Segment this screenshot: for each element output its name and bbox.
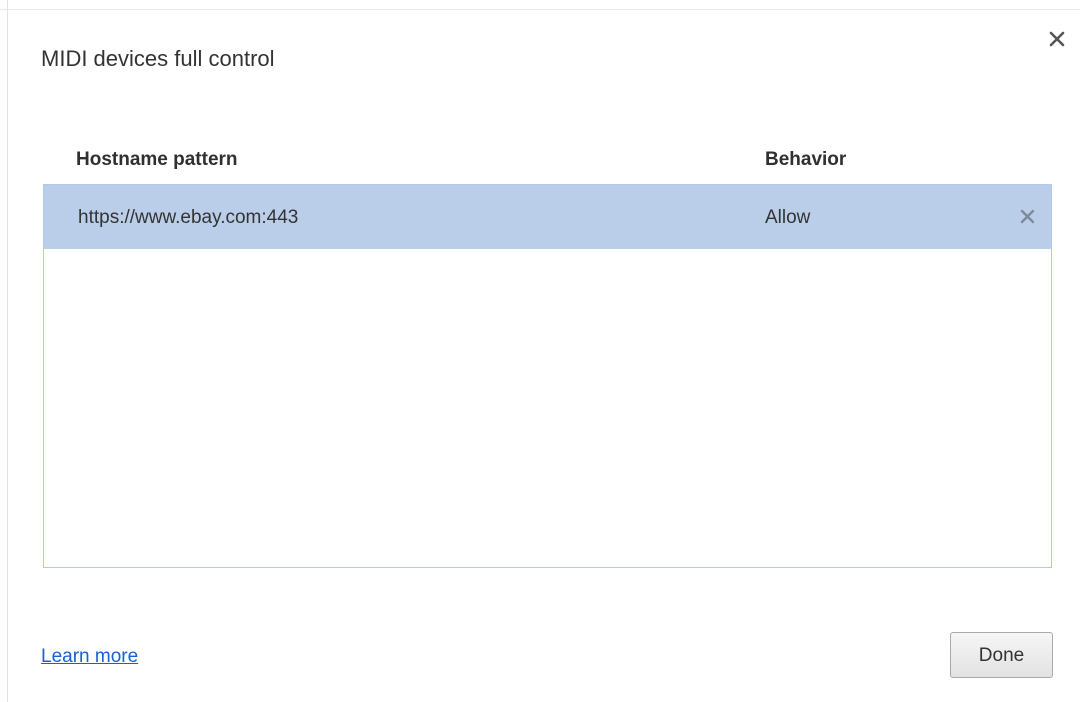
row-behavior[interactable]: Allow (765, 206, 810, 230)
window-top-edge (0, 0, 1080, 10)
dialog-title: MIDI devices full control (41, 46, 275, 71)
list-item[interactable]: https://www.ebay.com:443 Allow (44, 185, 1051, 249)
done-button[interactable]: Done (950, 632, 1053, 678)
close-icon[interactable] (1048, 30, 1066, 48)
content-settings-dialog: MIDI devices full control Hostname patte… (0, 0, 1080, 702)
remove-icon-glyph (1020, 209, 1035, 224)
exceptions-list: https://www.ebay.com:443 Allow (43, 184, 1052, 568)
column-header-hostname: Hostname pattern (76, 149, 238, 170)
window-edge (0, 0, 8, 702)
remove-icon[interactable] (1020, 209, 1035, 224)
column-header-behavior: Behavior (765, 149, 847, 170)
close-icon-glyph (1049, 31, 1065, 47)
learn-more-link[interactable]: Learn more (41, 645, 138, 669)
row-hostname: https://www.ebay.com:443 (78, 207, 299, 228)
